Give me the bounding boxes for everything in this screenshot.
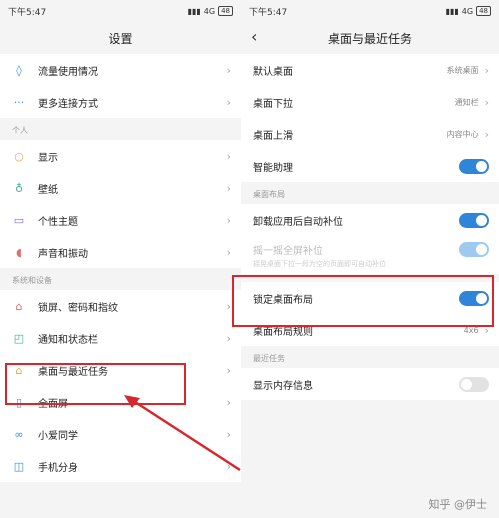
arrow-line — [131, 398, 241, 472]
watermark: 知乎 @伊士 — [428, 498, 488, 511]
annotation-arrow — [124, 395, 241, 472]
arrow-head — [124, 395, 140, 408]
